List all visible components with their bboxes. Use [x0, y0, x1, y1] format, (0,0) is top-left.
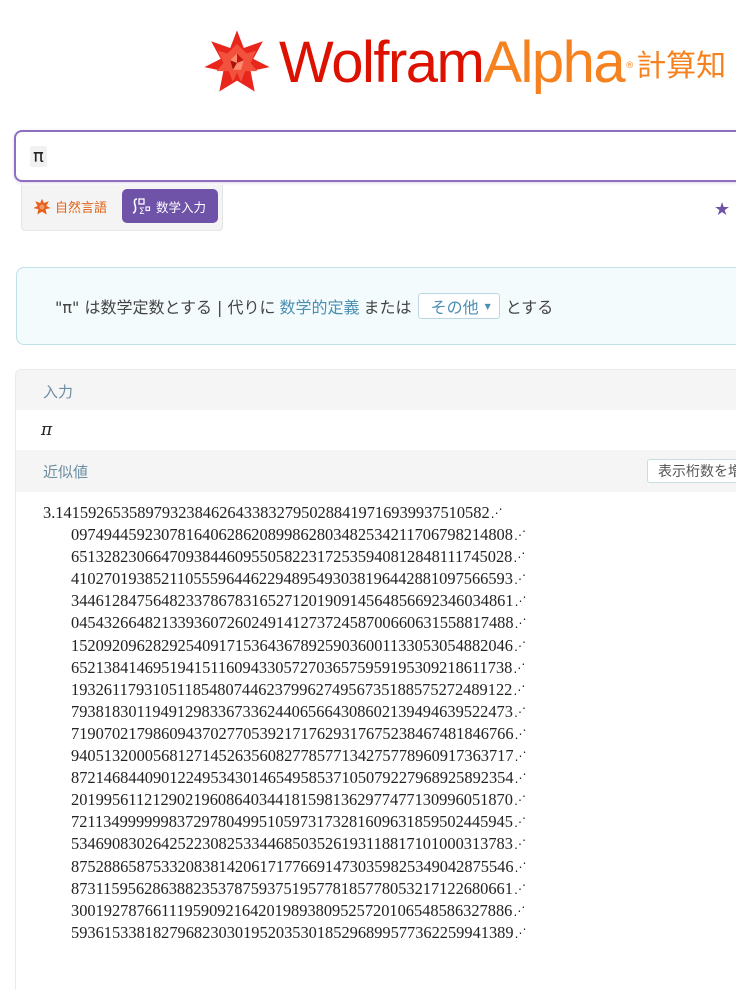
logo-wolfram-text: Wolfram	[279, 30, 485, 95]
digit-line: 8752886587533208381420617177669147303598…	[43, 856, 527, 878]
continuation-mark: ⋰	[513, 881, 526, 896]
digit-line: 1520920962829254091715364367892590360011…	[43, 635, 527, 657]
input-pod-header: 入力	[16, 370, 736, 410]
continuation-mark: ⋰	[513, 815, 526, 830]
digit-line: 7190702179860943702770539217176293176752…	[43, 723, 527, 745]
continuation-mark: ⋰	[514, 859, 527, 874]
continuation-mark: ⋰	[514, 749, 527, 764]
continuation-mark: ⋰	[514, 594, 527, 609]
input-pod-title: 入力	[43, 383, 74, 401]
digit-line-text: 7211349999998372978049951059731732816096…	[71, 812, 513, 832]
search-input[interactable]: π	[14, 130, 736, 182]
digit-line: 0974944592307816406286208998628034825342…	[43, 524, 527, 546]
spikey-logo-icon	[204, 30, 270, 92]
natural-language-mode-button[interactable]: 自然言語	[33, 197, 107, 216]
continuation-mark: ⋰	[513, 528, 526, 543]
digit-line-text: 7938183011949129833673362440656643086021…	[71, 701, 513, 721]
digit-line-text: 3.14159265358979323846264338327950288419…	[43, 503, 490, 522]
approx-pod-header: 近似値 表示桁数を増やす	[16, 450, 736, 492]
digit-line-text: 5936153381827968230301952035301852968995…	[71, 922, 514, 942]
wolfram-alpha-logo[interactable]: Wolfram Alpha ® 計算知	[203, 26, 726, 100]
assumption-dropdown-label: その他	[430, 298, 479, 317]
digit-line: 3446128475648233786783165271201909145648…	[43, 590, 527, 612]
assumption-middle: または	[363, 298, 412, 317]
digit-line: 8731159562863882353787593751957781857780…	[43, 878, 527, 900]
continuation-mark: ⋰	[513, 550, 526, 565]
digit-line: 8721468440901224953430146549585371050792…	[43, 767, 527, 789]
digit-line-text: 8731159562863882353787593751957781857780…	[71, 878, 513, 898]
digit-line-text: 1520920962829254091715364367892590360011…	[71, 635, 513, 655]
continuation-mark: ⋰	[513, 837, 526, 852]
digit-line-text: 0974944592307816406286208998628034825342…	[71, 525, 513, 545]
continuation-mark: ⋰	[513, 903, 526, 918]
assumption-prefix: "π" は数学定数とする | 代りに	[55, 298, 276, 317]
approx-pod-title: 近似値	[43, 463, 89, 481]
digit-line-text: 9405132000568127145263560827785771342757…	[71, 746, 514, 766]
continuation-mark: ⋰	[513, 793, 526, 808]
continuation-mark: ⋰	[513, 682, 526, 697]
assumption-alt-link[interactable]: 数学的定義	[280, 294, 360, 318]
input-mode-toggle: 自然言語 Σ 数学入力	[21, 185, 223, 231]
logo-alpha-text: Alpha	[483, 30, 625, 95]
digit-line-text: 3446128475648233786783165271201909145648…	[71, 591, 514, 611]
registered-mark: ®	[625, 61, 635, 71]
favorite-star-icon[interactable]: ★	[714, 199, 730, 220]
chevron-down-icon: ▼	[484, 301, 491, 311]
math-input-label: 数学入力	[156, 199, 207, 215]
digit-line: 5346908302642522308253344685035261931188…	[43, 833, 527, 855]
assumption-box: "π" は数学定数とする | 代りに 数学的定義 または その他 ▼ とする	[16, 267, 736, 345]
digit-line-text: 0454326648213393607260249141273724587006…	[71, 613, 514, 633]
digit-line-text: 2019956112129021960864034418159813629774…	[71, 790, 513, 810]
continuation-mark: ⋰	[513, 704, 526, 719]
digit-line: 2019956112129021960864034418159813629774…	[43, 789, 527, 811]
digit-line: 1932611793105118548074462379962749567351…	[43, 679, 527, 701]
digit-line: 3.14159265358979323846264338327950288419…	[43, 502, 527, 524]
digit-line-text: 3001927876611195909216420198938095257201…	[71, 900, 513, 920]
continuation-mark: ⋰	[490, 506, 503, 520]
continuation-mark: ⋰	[514, 616, 527, 631]
results-pod: 入力 π 近似値 表示桁数を増やす 3.14159265358979323846…	[15, 369, 736, 990]
natural-language-label: 自然言語	[55, 201, 108, 216]
digit-line: 3001927876611195909216420198938095257201…	[43, 900, 527, 922]
logo-tagline: 計算知	[636, 49, 727, 84]
approx-digits: 3.14159265358979323846264338327950288419…	[43, 502, 527, 944]
digit-line: 7938183011949129833673362440656643086021…	[43, 701, 527, 723]
digit-line-text: 1932611793105118548074462379962749567351…	[71, 679, 513, 699]
digit-line-text: 8752886587533208381420617177669147303598…	[71, 856, 514, 876]
assumption-row: "π" は数学定数とする | 代りに 数学的定義 または その他 ▼ とする	[55, 293, 553, 319]
digit-line: 4102701938521105559644622948954930381964…	[43, 568, 527, 590]
digit-line-text: 6513282306647093844609550582231725359408…	[71, 547, 513, 567]
spikey-small-icon	[33, 198, 51, 215]
digit-line: 7211349999998372978049951059731732816096…	[43, 811, 527, 833]
digit-line-text: 4102701938521105559644622948954930381964…	[71, 569, 513, 589]
digit-line-text: 8721468440901224953430146549585371050792…	[71, 768, 514, 788]
more-digits-button[interactable]: 表示桁数を増やす	[647, 459, 736, 483]
input-pod-value: π	[41, 420, 53, 440]
search-query-text[interactable]: π	[30, 146, 47, 167]
assumption-dropdown[interactable]: その他 ▼	[417, 293, 500, 319]
digit-line: 9405132000568127145263560827785771342757…	[43, 745, 527, 767]
digit-line: 5936153381827968230301952035301852968995…	[43, 922, 527, 944]
digit-line-text: 7190702179860943702770539217176293176752…	[71, 723, 514, 743]
continuation-mark: ⋰	[514, 726, 527, 741]
digit-line-text: 6521384146951941511609433057270365759591…	[71, 657, 513, 677]
math-input-icon: Σ	[132, 198, 151, 216]
continuation-mark: ⋰	[513, 572, 526, 587]
continuation-mark: ⋰	[514, 925, 527, 940]
input-pod-body: π	[16, 410, 736, 450]
math-input-mode-button[interactable]: Σ 数学入力	[122, 189, 218, 223]
continuation-mark: ⋰	[513, 638, 526, 653]
digit-line: 6513282306647093844609550582231725359408…	[43, 546, 527, 568]
continuation-mark: ⋰	[514, 771, 527, 786]
digit-line: 0454326648213393607260249141273724587006…	[43, 612, 527, 634]
continuation-mark: ⋰	[513, 660, 526, 675]
svg-text:Σ: Σ	[139, 207, 145, 216]
digit-line: 6521384146951941511609433057270365759591…	[43, 657, 527, 679]
digit-line-text: 5346908302642522308253344685035261931188…	[71, 834, 513, 854]
assumption-suffix: とする	[505, 298, 554, 317]
